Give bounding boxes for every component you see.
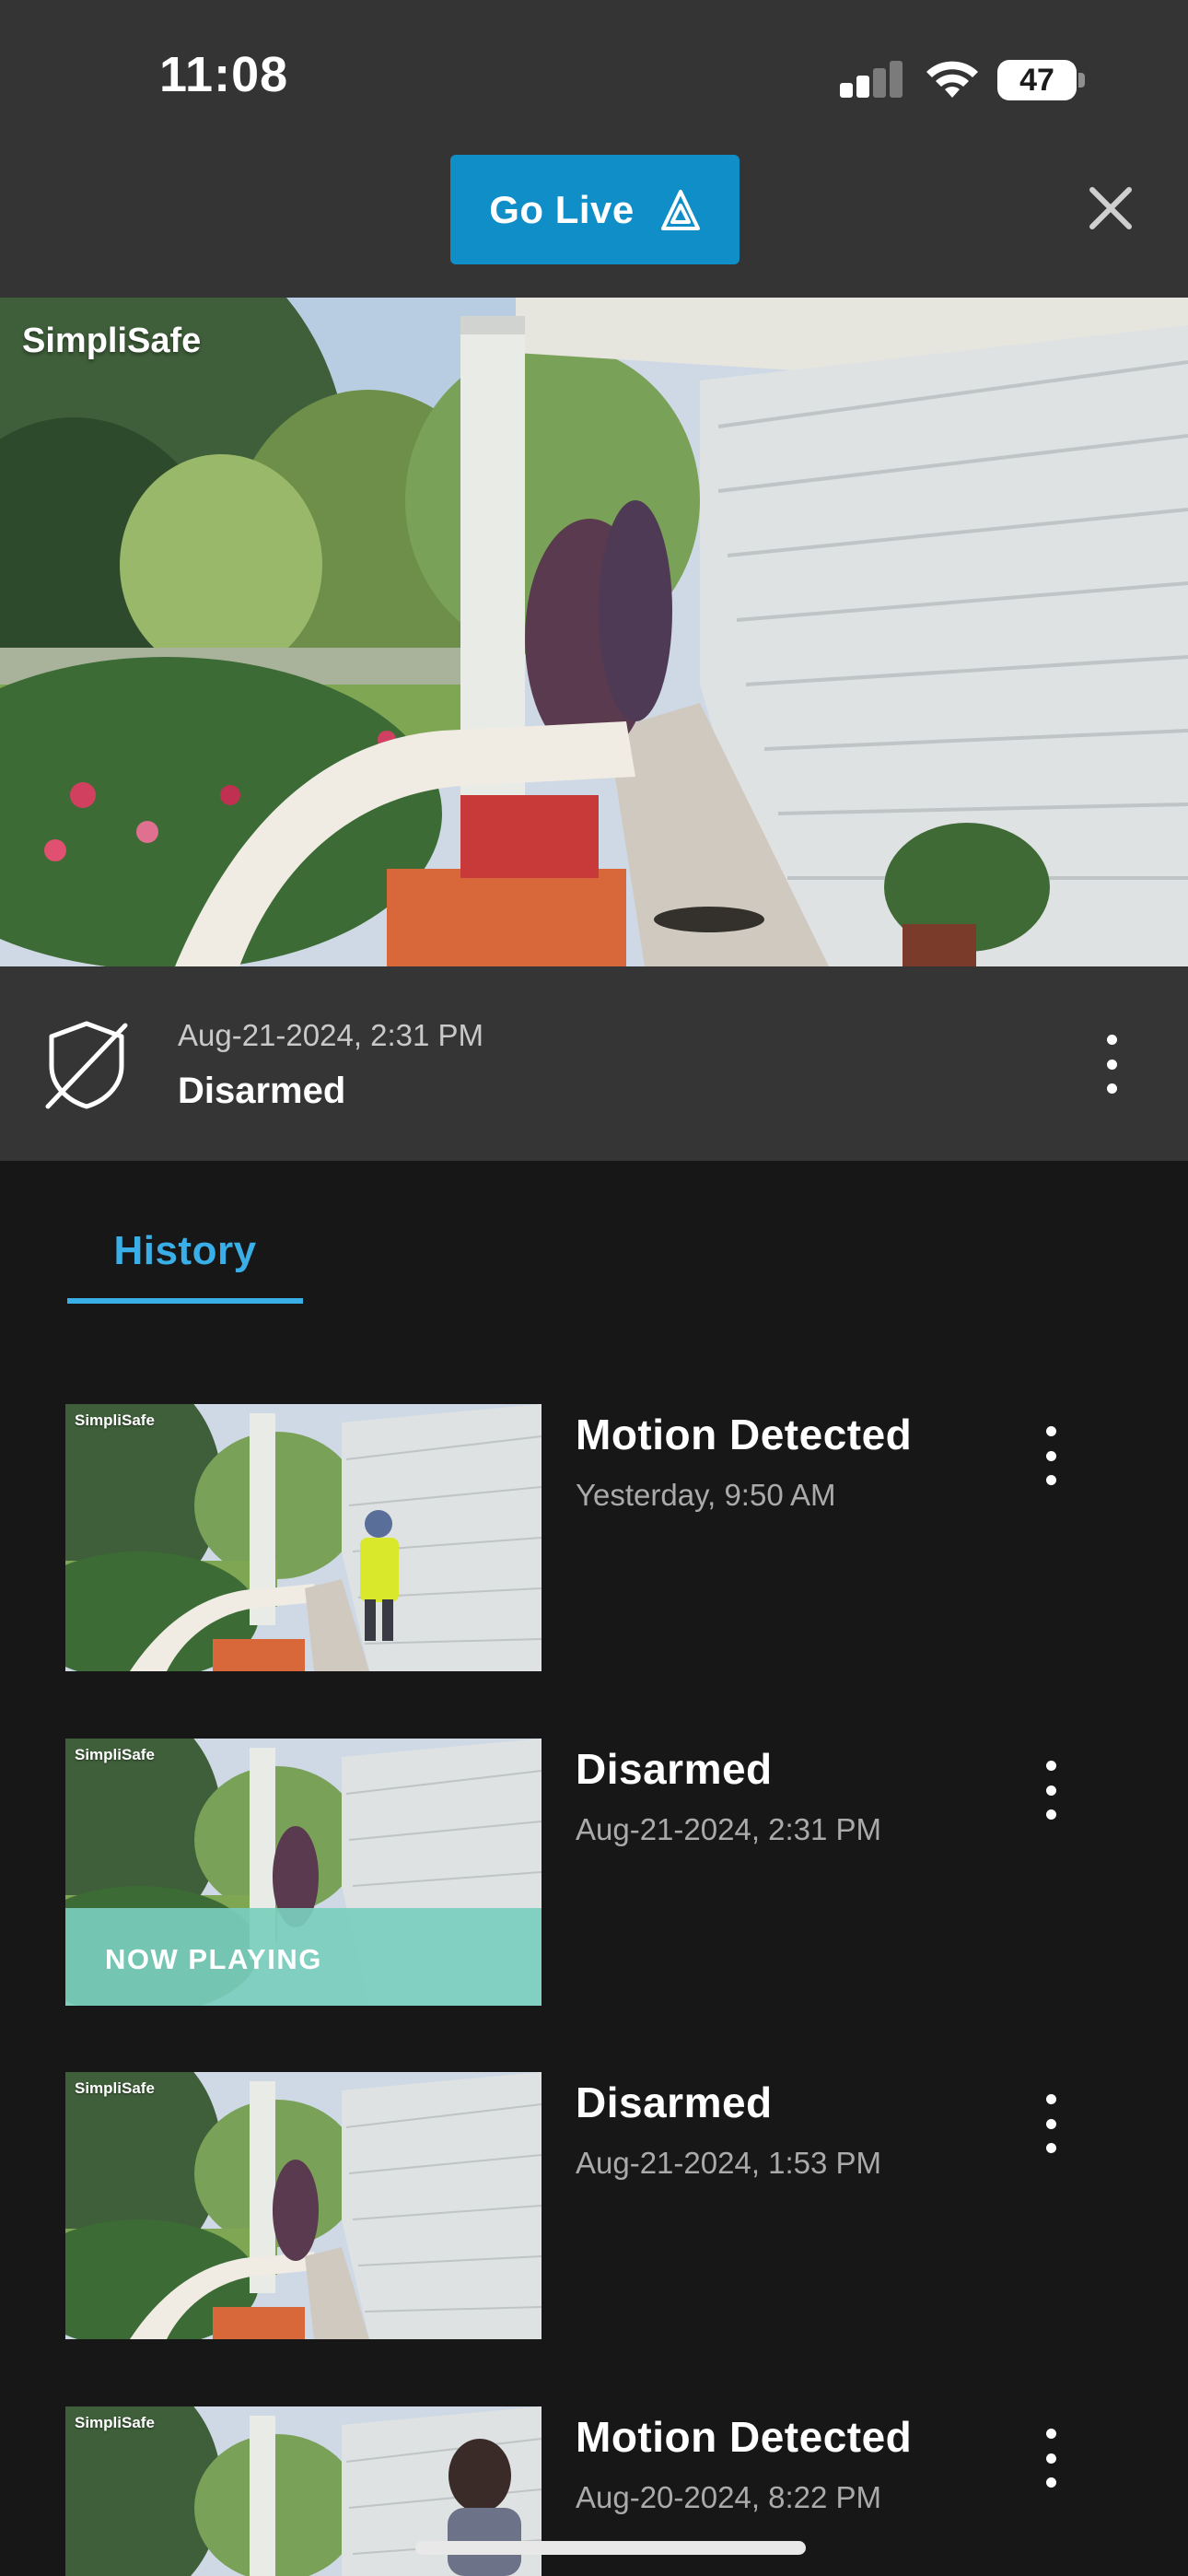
more-dot: [1106, 1035, 1117, 1045]
history-item[interactable]: SimpliSafe NOW PLAYING Disarmed Aug-21-2…: [0, 1739, 1188, 2006]
camera-brand-watermark: SimpliSafe: [22, 322, 202, 360]
go-live-arrows-icon: [660, 189, 700, 230]
history-item-time: Aug-20-2024, 8:22 PM: [576, 2480, 882, 2514]
history-item-more-button[interactable]: [1042, 1761, 1060, 1820]
porch-camera-image: [0, 298, 1188, 966]
history-item-time: Aug-21-2024, 1:53 PM: [576, 2146, 882, 2180]
status-time: 11:08: [159, 47, 289, 102]
tab-history-label: History: [113, 1228, 257, 1273]
go-live-button[interactable]: Go Live: [450, 155, 740, 264]
more-dot: [1045, 2143, 1056, 2153]
event-status: Disarmed: [178, 1071, 346, 1111]
shield-disarmed-icon: [45, 1021, 128, 1109]
history-item[interactable]: SimpliSafe Disarmed Aug-21-2024, 1:53 PM: [0, 2072, 1188, 2339]
more-dot: [1045, 1426, 1056, 1436]
event-viewer-screen: 11:08 47 Go Live SimpliSafe Aug-21-2024,…: [0, 0, 1188, 2576]
now-playing-overlay: NOW PLAYING: [65, 1908, 542, 2006]
header-bar: 11:08 47 Go Live: [0, 0, 1188, 298]
home-indicator[interactable]: [415, 2541, 806, 2555]
event-more-options-button[interactable]: [1102, 1035, 1121, 1094]
more-dot: [1045, 1785, 1056, 1796]
history-thumbnail[interactable]: SimpliSafe: [65, 2072, 542, 2339]
history-thumbnail[interactable]: SimpliSafe NOW PLAYING: [65, 1739, 542, 2006]
now-playing-label: NOW PLAYING: [105, 1943, 322, 1975]
more-dot: [1045, 2429, 1056, 2439]
history-item-time: Aug-21-2024, 2:31 PM: [576, 1812, 882, 1846]
more-dot: [1045, 2453, 1056, 2464]
battery-level: 47: [1019, 63, 1054, 98]
porch-thumbnail-image: [65, 2072, 542, 2339]
history-item-time: Yesterday, 9:50 AM: [576, 1478, 836, 1512]
history-item-more-button[interactable]: [1042, 1426, 1060, 1485]
tab-active-indicator: [67, 1298, 303, 1304]
tab-history[interactable]: History: [67, 1228, 303, 1306]
history-item-title: Disarmed: [576, 2078, 773, 2126]
history-item-title: Motion Detected: [576, 2413, 913, 2461]
close-icon[interactable]: [1087, 184, 1135, 232]
history-item[interactable]: SimpliSafe Motion Detected Yesterday, 9:…: [0, 1404, 1188, 1671]
history-item-more-button[interactable]: [1042, 2094, 1060, 2153]
event-info-bar: [0, 966, 1188, 1161]
more-dot: [1045, 2118, 1056, 2129]
battery-icon: 47: [997, 60, 1086, 100]
thumbnail-brand-watermark: SimpliSafe: [75, 2414, 155, 2431]
more-dot: [1106, 1059, 1117, 1070]
camera-video-view[interactable]: SimpliSafe: [0, 298, 1188, 966]
more-dot: [1045, 2477, 1056, 2488]
more-dot: [1045, 1809, 1056, 1820]
thumbnail-brand-watermark: SimpliSafe: [75, 2079, 155, 2097]
more-dot: [1106, 1083, 1117, 1094]
porch-thumbnail-image: [65, 1404, 542, 1671]
more-dot: [1045, 1450, 1056, 1461]
event-date: Aug-21-2024, 2:31 PM: [178, 1018, 484, 1052]
go-live-label: Go Live: [489, 187, 635, 231]
history-item-more-button[interactable]: [1042, 2429, 1060, 2488]
thumbnail-brand-watermark: SimpliSafe: [75, 1746, 155, 1763]
wifi-icon: [926, 61, 978, 98]
more-dot: [1045, 1761, 1056, 1771]
thumbnail-brand-watermark: SimpliSafe: [75, 1411, 155, 1429]
more-dot: [1045, 2094, 1056, 2104]
history-thumbnail[interactable]: SimpliSafe: [65, 1404, 542, 1671]
more-dot: [1045, 1475, 1056, 1485]
history-item-title: Disarmed: [576, 1745, 773, 1793]
signal-icon: [840, 61, 903, 98]
history-item-title: Motion Detected: [576, 1411, 913, 1458]
